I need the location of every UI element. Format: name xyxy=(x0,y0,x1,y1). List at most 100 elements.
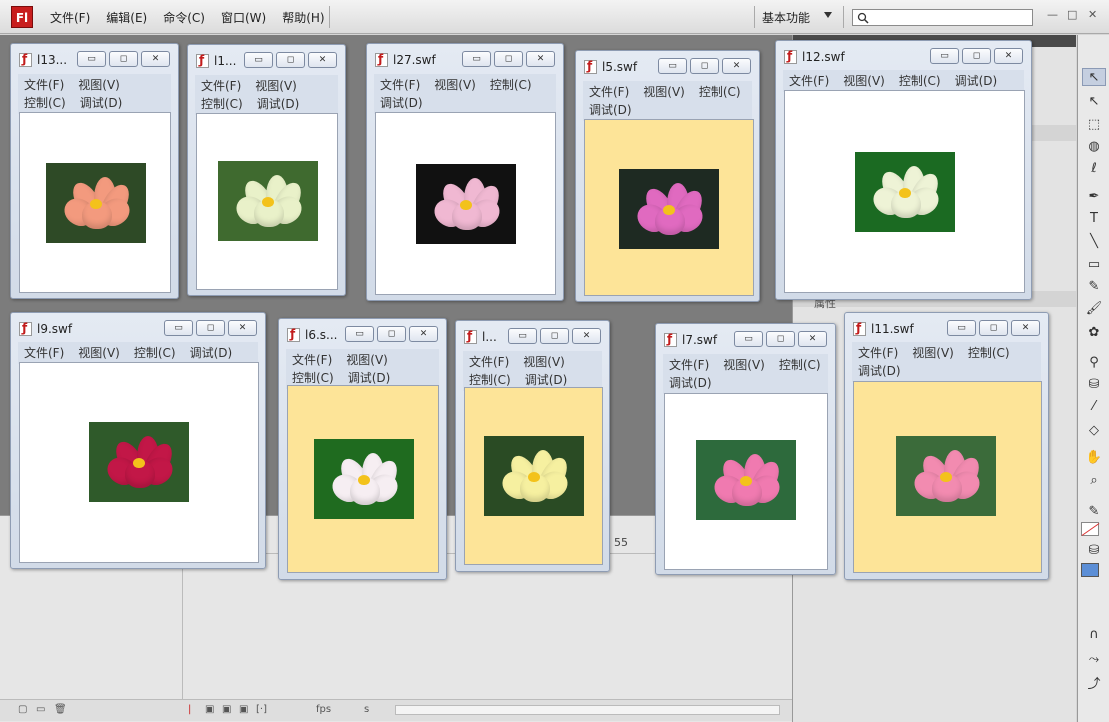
close-button[interactable]: ✕ xyxy=(572,328,601,344)
selection-icon[interactable]: ↖ xyxy=(1082,68,1106,86)
lasso-icon[interactable]: ℓ xyxy=(1082,159,1106,177)
maximize-button[interactable]: ◻ xyxy=(766,331,795,347)
new-layer-icon[interactable]: ▢ xyxy=(18,704,27,715)
menu-view[interactable]: 视图(V) xyxy=(434,77,476,93)
delete-icon[interactable]: 🗑 xyxy=(54,704,67,715)
swf-window[interactable]: l... ▭◻✕ 文件(F) 视图(V) 控制(C) 调试(D) xyxy=(455,320,610,572)
minimize-button[interactable]: ▭ xyxy=(244,52,273,68)
maximize-button[interactable]: ◻ xyxy=(540,328,569,344)
menu-view[interactable]: 视图(V) xyxy=(912,345,954,361)
brush-icon[interactable]: 🖌 xyxy=(1082,299,1106,317)
window-titlebar[interactable]: l11.swf ▭◻✕ xyxy=(845,313,1048,339)
menu-control[interactable]: 控制(C) xyxy=(292,370,334,386)
swf-window[interactable]: l7.swf ▭◻✕ 文件(F) 视图(V) 控制(C) 调试(D) xyxy=(655,323,836,575)
minimize-button[interactable]: ▭ xyxy=(462,51,491,67)
window-titlebar[interactable]: l9.swf ▭◻✕ xyxy=(11,313,265,339)
pencil-icon[interactable]: ✎ xyxy=(1082,277,1106,295)
swf-window[interactable]: l9.swf ▭◻✕ 文件(F) 视图(V) 控制(C) 调试(D) xyxy=(10,312,266,569)
eraser-icon[interactable]: ◇ xyxy=(1082,421,1106,439)
menu-control[interactable]: 控制(C) xyxy=(201,96,243,112)
close-button[interactable]: ✕ xyxy=(141,51,170,67)
bone-icon[interactable]: ⚲ xyxy=(1082,353,1106,371)
menu-debug[interactable]: 调试(D) xyxy=(669,375,712,391)
menu-file[interactable]: 文件(F) xyxy=(292,352,332,368)
menu-debug[interactable]: 调试(D) xyxy=(858,363,901,379)
straighten-icon[interactable]: ⤴ xyxy=(1082,673,1106,692)
menu-control[interactable]: 控制(C) xyxy=(469,372,511,388)
close-button[interactable]: ✕ xyxy=(228,320,257,336)
menu-view[interactable]: 视图(V) xyxy=(346,352,388,368)
close-button[interactable]: ✕ xyxy=(308,52,337,68)
edit-frames-icon[interactable]: ▣ xyxy=(239,704,248,715)
menu-view[interactable]: 视图(V) xyxy=(723,357,765,373)
fill-color-swatch[interactable] xyxy=(1081,563,1099,577)
text-icon[interactable]: T xyxy=(1082,209,1106,227)
menu-debug[interactable]: 调试(D) xyxy=(80,95,123,111)
onion-outline-icon[interactable]: ▣ xyxy=(222,704,231,715)
minimize-button[interactable]: ▭ xyxy=(658,58,687,74)
menu-debug[interactable]: 调试(D) xyxy=(380,95,423,111)
menu-window[interactable]: 窗口(W) xyxy=(213,9,274,26)
menu-control[interactable]: 控制(C) xyxy=(968,345,1010,361)
swf-window[interactable]: l13.... ▭◻✕ 文件(F) 视图(V) 控制(C) 调试(D) xyxy=(10,43,179,299)
smooth-icon[interactable]: ⤳ xyxy=(1082,650,1106,668)
menu-view[interactable]: 视图(V) xyxy=(255,78,297,94)
window-titlebar[interactable]: l27.swf ▭◻✕ xyxy=(367,44,563,70)
minimize-button[interactable]: ▭ xyxy=(734,331,763,347)
menu-debug[interactable]: 调试(D) xyxy=(589,102,632,118)
stroke-color-swatch[interactable] xyxy=(1081,522,1099,536)
menu-file[interactable]: 文件(F) xyxy=(858,345,898,361)
menu-control[interactable]: 控制(C) xyxy=(699,84,741,100)
menu-control[interactable]: 控制(C) xyxy=(779,357,821,373)
chevron-down-icon[interactable] xyxy=(824,12,832,18)
timeline-scrollbar[interactable] xyxy=(395,705,780,715)
hand-icon[interactable]: ✋ xyxy=(1082,448,1106,466)
new-folder-icon[interactable]: ▭ xyxy=(36,704,45,715)
maximize-button[interactable]: ◻ xyxy=(962,48,991,64)
maximize-button[interactable]: ◻ xyxy=(196,320,225,336)
menu-view[interactable]: 视图(V) xyxy=(523,354,565,370)
close-button[interactable]: ✕ xyxy=(1011,320,1040,336)
window-titlebar[interactable]: l13.... ▭◻✕ xyxy=(11,44,178,70)
deco-icon[interactable]: ✿ xyxy=(1082,323,1106,341)
menu-file[interactable]: 文件(F) xyxy=(669,357,709,373)
menu-debug[interactable]: 调试(D) xyxy=(525,372,568,388)
menu-control[interactable]: 控制(C) xyxy=(490,77,532,93)
menu-debug[interactable]: 调试(D) xyxy=(955,73,998,89)
close-button[interactable]: ✕ xyxy=(994,48,1023,64)
maximize-button[interactable]: ◻ xyxy=(690,58,719,74)
menu-file[interactable]: 文件(F) xyxy=(201,78,241,94)
menu-file[interactable]: 文件(F) xyxy=(469,354,509,370)
menu-view[interactable]: 视图(V) xyxy=(78,77,120,93)
eyedropper-icon[interactable]: ⁄ xyxy=(1082,397,1106,415)
menu-file[interactable]: 文件(F) xyxy=(589,84,629,100)
subselection-icon[interactable]: ↖ xyxy=(1082,92,1106,110)
menu-file[interactable]: 文件(F) xyxy=(42,9,98,26)
maximize-button[interactable]: ◻ xyxy=(979,320,1008,336)
close-button[interactable]: ✕ xyxy=(798,331,827,347)
swf-window[interactable]: l12.swf ▭◻✕ 文件(F) 视图(V) 控制(C) 调试(D) xyxy=(775,40,1032,300)
maximize-button[interactable]: ◻ xyxy=(109,51,138,67)
swf-window[interactable]: l27.swf ▭◻✕ 文件(F) 视图(V) 控制(C) 调试(D) xyxy=(366,43,564,301)
minimize-button[interactable]: ▭ xyxy=(930,48,959,64)
menu-file[interactable]: 文件(F) xyxy=(24,345,64,361)
minimize-icon[interactable]: — xyxy=(1047,8,1058,21)
maximize-button[interactable]: ◻ xyxy=(377,326,406,342)
fill-color-icon[interactable]: ⛁ xyxy=(1082,541,1106,559)
menu-debug[interactable]: 调试(D) xyxy=(348,370,391,386)
window-titlebar[interactable]: l... ▭◻✕ xyxy=(456,321,609,347)
pen-icon[interactable]: ✒ xyxy=(1082,187,1106,205)
menu-commands[interactable]: 命令(C) xyxy=(155,9,213,26)
menu-view[interactable]: 视图(V) xyxy=(843,73,885,89)
menu-help[interactable]: 帮助(H) xyxy=(274,9,332,26)
menu-control[interactable]: 控制(C) xyxy=(24,95,66,111)
rectangle-icon[interactable]: ▭ xyxy=(1082,255,1106,273)
menu-file[interactable]: 文件(F) xyxy=(789,73,829,89)
menu-debug[interactable]: 调试(D) xyxy=(190,345,233,361)
menu-file[interactable]: 文件(F) xyxy=(24,77,64,93)
window-titlebar[interactable]: l6.s... ▭◻✕ xyxy=(279,319,446,345)
maximize-button[interactable]: ◻ xyxy=(494,51,523,67)
menu-control[interactable]: 控制(C) xyxy=(134,345,176,361)
help-search-input[interactable] xyxy=(852,9,1033,26)
workspace-switcher[interactable]: 基本功能 xyxy=(762,9,810,26)
